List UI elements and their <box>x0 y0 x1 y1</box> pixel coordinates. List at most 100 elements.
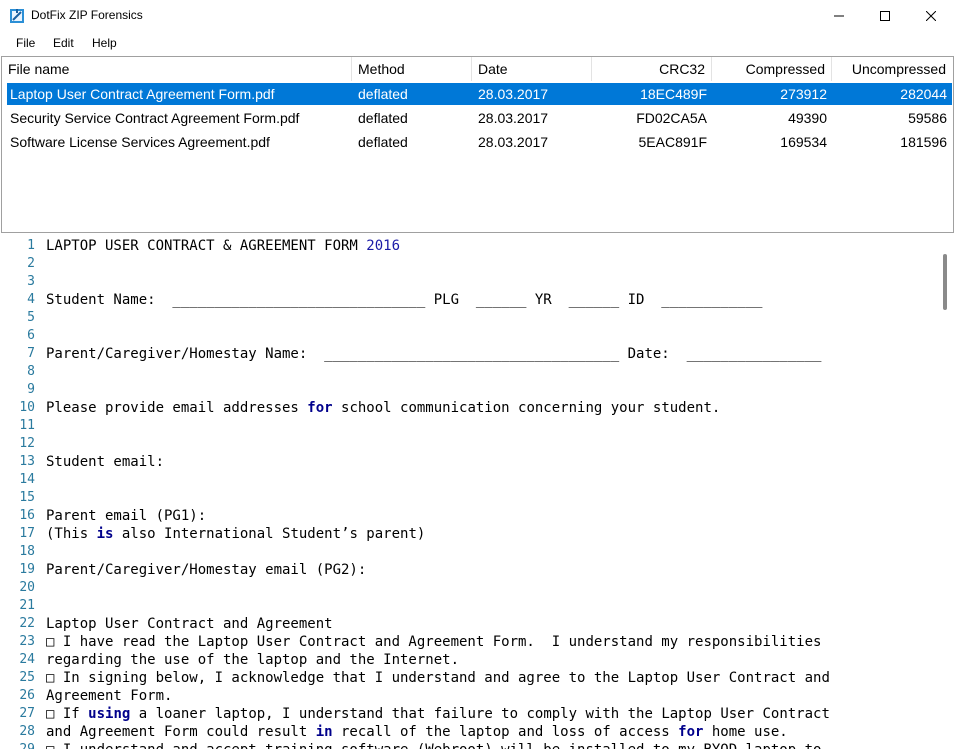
line-number: 5 <box>27 310 35 325</box>
app-window: DotFix ZIP Forensics File Edit Help File… <box>0 0 954 749</box>
text-token: and Agreement Form could result <box>46 724 316 740</box>
line-number: 8 <box>27 364 35 379</box>
text-token: Parent email (PG1): <box>46 508 207 524</box>
code-line: Agreement Form. <box>46 687 172 705</box>
line-number: 26 <box>19 688 35 703</box>
maximize-icon <box>880 10 890 21</box>
line-number: 24 <box>19 652 35 667</box>
file-row[interactable]: Security Service Contract Agreement Form… <box>7 107 952 129</box>
maximize-button[interactable] <box>862 0 908 31</box>
text-token: □ I have read the Laptop User Contract a… <box>46 634 822 650</box>
text-token: Parent/Caregiver/Homestay Name: ________… <box>46 346 822 362</box>
code-line: Parent/Caregiver/Homestay Name: ________… <box>46 345 821 363</box>
line-number: 27 <box>19 706 35 721</box>
line-number: 29 <box>19 741 35 749</box>
zip-app-icon <box>9 8 25 24</box>
file-uncompressed: 59586 <box>908 110 947 126</box>
file-method: deflated <box>358 86 408 102</box>
code-line: Student email: <box>46 453 164 471</box>
line-number: 13 <box>19 454 35 469</box>
code-line: Please provide email addresses for schoo… <box>46 399 720 417</box>
keyword-token: is <box>96 526 114 542</box>
column-header-method[interactable]: Method <box>352 57 472 81</box>
file-compressed: 169534 <box>780 134 827 150</box>
line-number: 4 <box>27 292 35 307</box>
column-header-filename[interactable]: File name <box>2 57 352 81</box>
line-number: 1 <box>27 238 35 253</box>
keyword-token: for <box>678 724 704 740</box>
keyword-token: for <box>307 400 333 416</box>
line-number: 14 <box>19 472 35 487</box>
code-line: □ I understand and accept training softw… <box>46 741 821 749</box>
text-token: school communication concerning your stu… <box>332 400 721 416</box>
text-token: Agreement Form. <box>46 688 173 704</box>
close-button[interactable] <box>908 0 954 31</box>
line-number: 16 <box>19 508 35 523</box>
code-line: LAPTOP USER CONTRACT & AGREEMENT FORM 20… <box>46 237 400 255</box>
text-token: a loaner laptop, I understand that failu… <box>130 706 830 722</box>
number-token: 2016 <box>366 238 401 254</box>
file-name: Laptop User Contract Agreement Form.pdf <box>10 86 275 102</box>
code-line: □ I have read the Laptop User Contract a… <box>46 633 821 651</box>
text-token: Parent/Caregiver/Homestay email (PG2): <box>46 562 367 578</box>
code-line: □ In signing below, I acknowledge that I… <box>46 669 830 687</box>
minimize-button[interactable] <box>816 0 862 31</box>
file-date: 28.03.2017 <box>478 134 549 150</box>
column-header-date[interactable]: Date <box>472 57 592 81</box>
text-token: □ If <box>46 706 89 722</box>
line-number-gutter: 1 2 3 4 5 6 7 8 9 10 11 12 13 14 15 16 17 18 19 20 21 22 23 24 2… <box>1 234 37 749</box>
code-line: Parent/Caregiver/Homestay email (PG2): <box>46 561 366 579</box>
vertical-scrollbar-thumb[interactable] <box>943 254 947 310</box>
minimize-icon <box>834 15 844 16</box>
text-token: Please provide email addresses <box>46 400 308 416</box>
code-line: Student Name: __________________________… <box>46 291 762 309</box>
text-token: LAPTOP USER CONTRACT & AGREEMENT FORM <box>46 238 367 254</box>
file-method: deflated <box>358 110 408 126</box>
line-number: 20 <box>19 580 35 595</box>
file-date: 28.03.2017 <box>478 110 549 126</box>
close-icon <box>926 10 936 21</box>
menu-help[interactable]: Help <box>92 36 117 50</box>
code-line: Laptop User Contract and Agreement <box>46 615 333 633</box>
line-number: 3 <box>27 274 35 289</box>
column-header-compressed[interactable]: Compressed <box>712 57 832 81</box>
file-row[interactable]: Software License Services Agreement.pdf … <box>7 131 952 153</box>
file-uncompressed: 282044 <box>900 86 947 102</box>
file-uncompressed: 181596 <box>900 134 947 150</box>
menu-bar: File Edit Help <box>0 31 954 55</box>
code-line: □ If using a loaner laptop, I understand… <box>46 705 830 723</box>
text-token: □ In signing below, I acknowledge that I… <box>46 670 830 686</box>
text-token: Student email: <box>46 454 165 470</box>
line-number: 12 <box>19 436 35 451</box>
line-number: 28 <box>19 724 35 739</box>
code-line: (This is also International Student’s pa… <box>46 525 425 543</box>
menu-edit[interactable]: Edit <box>53 36 74 50</box>
line-number: 18 <box>19 544 35 559</box>
code-line: Parent email (PG1): <box>46 507 206 525</box>
line-number: 19 <box>19 562 35 577</box>
column-header-crc32[interactable]: CRC32 <box>592 57 712 81</box>
keyword-token: using <box>88 706 131 722</box>
file-crc32: FD02CA5A <box>636 110 707 126</box>
line-number: 22 <box>19 616 35 631</box>
text-token: (This <box>46 526 97 542</box>
window-title: DotFix ZIP Forensics <box>31 8 143 22</box>
line-number: 2 <box>27 256 35 271</box>
text-viewer[interactable]: 1 2 3 4 5 6 7 8 9 10 11 12 13 14 15 16 17 18 19 20 21 22 23 24 2… <box>1 234 952 749</box>
file-name: Security Service Contract Agreement Form… <box>10 110 300 126</box>
line-number: 25 <box>19 670 35 685</box>
title-bar[interactable]: DotFix ZIP Forensics <box>0 0 954 31</box>
file-list[interactable]: File name Method Date CRC32 Compressed U… <box>1 56 954 233</box>
keyword-token: in <box>315 724 333 740</box>
text-token: □ I understand and accept training softw… <box>46 742 821 749</box>
text-token: recall of the laptop and loss of access <box>332 724 679 740</box>
line-number: 11 <box>19 418 35 433</box>
text-token: home use. <box>703 724 788 740</box>
menu-file[interactable]: File <box>16 36 35 50</box>
line-number: 15 <box>19 490 35 505</box>
column-header-uncompressed[interactable]: Uncompressed <box>832 57 952 81</box>
text-token: also International Student’s parent) <box>113 526 426 542</box>
file-compressed: 273912 <box>780 86 827 102</box>
file-row[interactable]: Laptop User Contract Agreement Form.pdf … <box>7 83 952 105</box>
text-token: Student Name: __________________________… <box>46 292 763 308</box>
